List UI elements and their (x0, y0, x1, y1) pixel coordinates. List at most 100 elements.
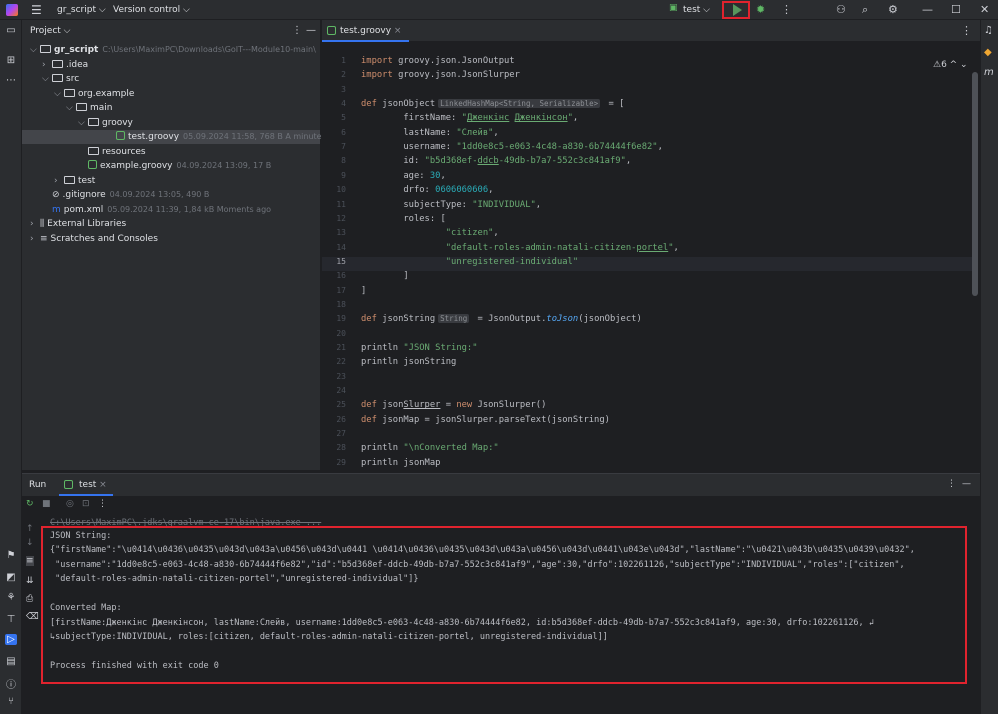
tree-item-example-groovy[interactable]: example.groovy 04.09.2024 13:09, 17 B (78, 159, 271, 173)
more-actions-icon[interactable]: ⋮ (781, 3, 792, 16)
chevron-down-icon[interactable]: ⌵ (78, 116, 88, 130)
restore-layout-icon[interactable]: ⊡ (82, 499, 90, 509)
settings-icon[interactable]: ⚙ (888, 3, 898, 16)
code-line[interactable]: def jsonString String = JsonOutput.toJson… (361, 314, 642, 324)
clear-icon[interactable]: ⌫ (26, 612, 39, 622)
tree-item-test[interactable]: › test (54, 174, 95, 188)
project-panel-header[interactable]: Project ⌵ ⋮ — (22, 20, 320, 42)
tree-item-org-example[interactable]: ⌵ org.example (54, 87, 134, 101)
tree-item-gitignore[interactable]: ⊘ .gitignore 04.09.2024 13:05, 490 B (42, 188, 209, 202)
chevron-right-icon[interactable]: › (42, 58, 52, 72)
project-panel-title[interactable]: Project ⌵ (30, 26, 70, 36)
line-number: 22 (336, 357, 346, 367)
code-line[interactable]: println jsonString (361, 357, 456, 367)
editor-tab-options-icon[interactable]: ⋮ (961, 24, 972, 37)
project-tool-icon[interactable]: ▭ (5, 25, 17, 36)
tree-item-main[interactable]: ⌵ main (66, 101, 113, 115)
tab-test-groovy[interactable]: test.groovy × (322, 20, 410, 42)
editor-scrollbar[interactable] (972, 72, 978, 296)
code-line[interactable]: println "JSON String:" (361, 343, 478, 353)
code-line[interactable]: ] (361, 271, 408, 281)
debug-icon[interactable]: ✹ (756, 3, 765, 16)
code-with-me-icon[interactable]: ⚇ (836, 3, 846, 16)
soft-wrap-icon[interactable]: ≡ (26, 556, 34, 566)
up-arrow-icon[interactable]: ↑ (26, 524, 34, 534)
chevron-right-icon[interactable]: › (30, 217, 40, 231)
code-line[interactable]: def jsonMap = jsonSlurper.parseText(json… (361, 415, 610, 425)
plugins-icon[interactable]: ⚘ (5, 592, 17, 603)
code-line[interactable]: subjectType: "INDIVIDUAL", (361, 200, 541, 210)
search-icon[interactable]: ⌕ (862, 3, 868, 17)
code-line[interactable]: import groovy.json.JsonOutput (361, 56, 515, 66)
code-line[interactable]: firstName: "Дженкінс Дженкінсон", (361, 113, 578, 123)
code-line[interactable]: roles: [ (361, 214, 445, 224)
tree-item-groovy[interactable]: ⌵ groovy (78, 116, 133, 130)
down-arrow-icon[interactable]: ↓ (26, 538, 34, 548)
tree-item-src[interactable]: ⌵ src (42, 72, 79, 86)
notifications-icon[interactable]: ⚑ (5, 550, 17, 561)
stop-icon[interactable]: ■ (42, 499, 51, 509)
code-line[interactable]: import groovy.json.JsonSlurper (361, 70, 520, 80)
folder-icon (52, 59, 63, 68)
rerun-icon[interactable]: ↻ (26, 499, 34, 509)
run-more-icon[interactable]: ⋮ (98, 499, 107, 509)
problems-icon[interactable]: ⓘ (5, 676, 17, 691)
code-line[interactable]: drfo: 0606060606, (361, 185, 493, 195)
project-switcher[interactable]: gr_script ⌵ (57, 5, 106, 15)
minimize-icon[interactable]: — (922, 3, 933, 16)
structure-tool-icon[interactable]: ⊞ (5, 55, 17, 66)
camera-icon[interactable]: ◎ (66, 499, 74, 509)
chevron-right-icon[interactable]: › (54, 174, 64, 188)
tree-item-gr-script[interactable]: ⌵ gr_script C:\Users\MaximPC\Downloads\GoI… (30, 43, 316, 57)
code-line[interactable]: println jsonMap (361, 458, 440, 468)
chevron-down-icon[interactable]: ⌵ (66, 101, 76, 115)
tree-item-resources[interactable]: resources (78, 145, 146, 159)
run-tool-icon[interactable]: ▷ (5, 634, 17, 645)
code-line[interactable]: ] (361, 286, 366, 296)
close-run-tab-icon[interactable]: × (99, 480, 107, 490)
run-configuration-select[interactable]: test ⌵ (683, 5, 710, 15)
code-line[interactable]: "unregistered-individual" (361, 257, 578, 267)
version-control-menu[interactable]: Version control ⌵ (113, 5, 190, 15)
m-icon[interactable]: m (984, 67, 994, 78)
chevron-right-icon[interactable]: › (30, 232, 40, 246)
code-line[interactable]: id: "b5d368ef-ddcb-49db-b7a7-552c3c841af… (361, 156, 631, 166)
code-line[interactable]: "citizen", (361, 228, 499, 238)
ide-logo-icon[interactable] (6, 4, 18, 16)
chevron-down-icon[interactable]: ⌵ (54, 87, 64, 101)
tree-item-idea[interactable]: › .idea (42, 58, 88, 72)
code-line[interactable]: lastName: "Слейв", (361, 128, 498, 138)
tree-item-scratches-and-consoles[interactable]: › ≡ Scratches and Consoles (30, 232, 158, 246)
code-line[interactable]: username: "1dd0e8c5-e063-4c48-a830-6b744… (361, 142, 663, 152)
code-line[interactable]: age: 30, (361, 171, 445, 181)
terminal-icon[interactable]: ▤ (5, 656, 17, 667)
inspection-widget[interactable]: ⚠6 ^ ⌄ (933, 60, 968, 70)
notifications-bell-icon[interactable]: ♫ (984, 25, 993, 36)
maximize-icon[interactable]: ☐ (951, 3, 961, 16)
print-icon[interactable]: ⎙ (26, 594, 33, 604)
more-tools-icon[interactable]: ⋯ (5, 75, 17, 86)
chevron-down-icon[interactable]: ⌵ (42, 72, 52, 86)
run-icon[interactable] (733, 4, 742, 16)
panel-options-icon[interactable]: ⋮ (292, 20, 302, 42)
scroll-end-icon[interactable]: ⇊ (26, 576, 34, 586)
run-tab-test[interactable]: test × (59, 474, 113, 496)
tree-item-test-groovy[interactable]: test.groovy 05.09.2024 11:58, 768 B A min… (22, 130, 339, 144)
run-options-icon[interactable]: ⋮ (947, 479, 956, 489)
services-icon[interactable]: ◩ (5, 572, 17, 583)
tree-item-external-libraries[interactable]: › ⫼ External Libraries (30, 217, 126, 231)
git-icon[interactable]: ⑂ (5, 696, 17, 707)
hide-panel-icon[interactable]: — (306, 20, 316, 42)
main-menu-icon[interactable]: ☰ (31, 3, 42, 17)
tree-item-pom-xml[interactable]: m pom.xml 05.09.2024 11:39, 1,84 kB Moment… (42, 203, 271, 217)
close-tab-icon[interactable]: × (394, 26, 402, 36)
close-icon[interactable]: ✕ (980, 3, 989, 16)
code-line[interactable]: def jsonObject LinkedHashMap<String, Seri… (361, 99, 624, 109)
build-icon[interactable]: ⊤ (5, 614, 17, 625)
code-line[interactable]: "default-roles-admin-natali-citizen-port… (361, 243, 679, 253)
code-line[interactable]: def jsonSlurper = new JsonSlurper() (361, 400, 546, 410)
hide-run-icon[interactable]: — (962, 479, 971, 489)
code-line[interactable]: println "\nConverted Map:" (361, 443, 499, 453)
maven-icon[interactable]: ◆ (984, 47, 992, 58)
chevron-down-icon[interactable]: ⌵ (30, 43, 40, 57)
